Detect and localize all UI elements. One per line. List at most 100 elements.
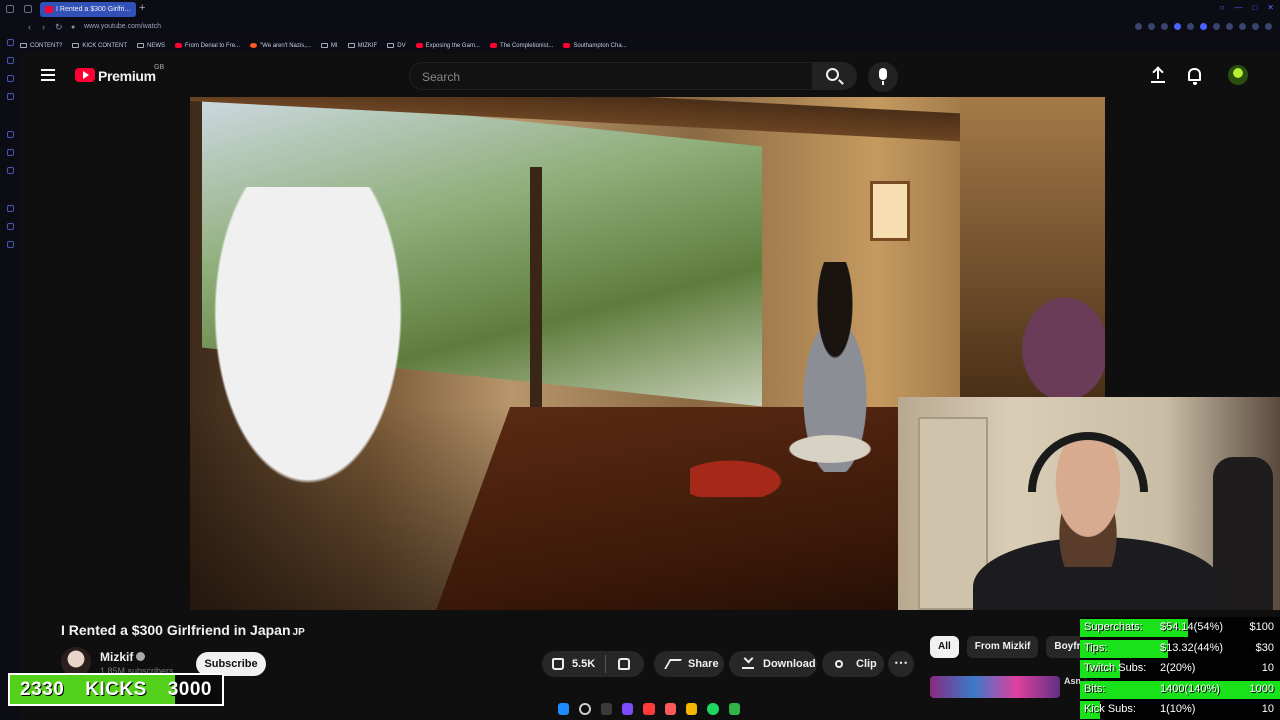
stream-goals-widget: Superchats: $54.14(54%) $100 Tips: $13.32(44… — [1080, 617, 1280, 720]
bookmark-item[interactable]: Exposing the Gam... — [415, 43, 480, 49]
bookmark-item[interactable]: The Completionist... — [489, 43, 553, 49]
forward-icon[interactable]: › — [42, 22, 45, 32]
goal-label: Twitch Subs: — [1084, 662, 1147, 674]
video-scene-man — [200, 187, 470, 607]
voice-search-button[interactable] — [868, 62, 898, 92]
title-flag: JP — [292, 627, 305, 638]
browser-app-icon[interactable] — [664, 702, 677, 715]
bookmark-item[interactable]: NEWS — [137, 43, 165, 49]
youtube-icon — [489, 43, 497, 48]
sidebar-app-icon[interactable] — [7, 205, 14, 212]
windows-start-icon[interactable] — [558, 702, 570, 715]
tab-overview-icon[interactable] — [24, 5, 32, 13]
sidebar-app-icon[interactable] — [7, 131, 14, 138]
youtube-logo-icon[interactable] — [75, 68, 95, 82]
download-button[interactable]: Download — [729, 651, 817, 677]
reload-icon[interactable]: ↻ — [55, 22, 63, 33]
bookmark-item[interactable]: DV — [387, 43, 406, 49]
file-explorer-icon[interactable] — [686, 702, 698, 715]
goal-row: Twitch Subs: 2(20%) 10 — [1080, 659, 1280, 679]
related-video-thumbnail[interactable] — [930, 676, 1060, 698]
logo-text[interactable]: Premium — [98, 68, 156, 84]
back-icon[interactable]: ‹ — [28, 22, 31, 32]
video-scene-lamp — [870, 181, 910, 241]
verified-badge-icon — [136, 652, 145, 661]
sidebar-app-icon[interactable] — [7, 93, 14, 100]
discord-icon[interactable] — [622, 702, 634, 715]
play-icon[interactable] — [1187, 23, 1194, 30]
goal-value: 1(10%) — [1160, 703, 1196, 715]
address-bar: ‹ › ↻ ● www.youtube.com/watch — [0, 19, 1280, 37]
wallet-icon[interactable] — [1239, 23, 1246, 30]
search-icon[interactable] — [579, 702, 591, 715]
bookmark-item[interactable]: MI — [320, 43, 338, 49]
like-button[interactable]: 5.5K — [542, 655, 607, 673]
opera-browser-icon[interactable] — [643, 702, 655, 715]
youtube-favicon-icon — [45, 6, 53, 13]
goal-value: $13.32(44%) — [1160, 641, 1223, 654]
bookmark-item[interactable]: CONTENT? — [20, 43, 62, 49]
camera-icon[interactable] — [1161, 23, 1168, 30]
close-button[interactable]: ✕ — [1267, 3, 1274, 12]
kick-goal-bar: 2330 KICKS 3000 — [8, 673, 224, 706]
share-icon — [664, 659, 682, 669]
extensions-icon[interactable] — [1213, 23, 1220, 30]
goal-value: 2(20%) — [1160, 662, 1196, 674]
sidebar-app-icon[interactable] — [7, 223, 14, 230]
chip-from-channel[interactable]: From Mizkif — [966, 636, 1039, 658]
dislike-button[interactable] — [618, 658, 631, 670]
sidebar-app-icon[interactable] — [7, 39, 14, 46]
bookmark-item[interactable]: Southampton Cha... — [563, 43, 627, 49]
cube-icon[interactable] — [1226, 23, 1233, 30]
sidebar-app-icon[interactable] — [7, 75, 14, 82]
webcam-overlay — [898, 397, 1280, 610]
browser-tab-active[interactable]: I Rented a $300 Girlfri... — [40, 2, 136, 17]
share-button[interactable]: Share — [654, 651, 724, 677]
scissors-icon — [835, 660, 843, 668]
bookmark-item[interactable]: KICK CONTENT — [72, 43, 127, 49]
channel-name[interactable]: Mizkif — [100, 650, 133, 664]
window-menu-icon[interactable] — [6, 5, 14, 13]
bookmark-item[interactable]: From Denial to Fre... — [175, 43, 240, 49]
xbox-icon[interactable] — [728, 702, 741, 715]
search-tabs-icon[interactable]: ○ — [1220, 3, 1225, 12]
tab-bar: I Rented a $300 Girlfri... + ○ — □ ✕ — [0, 0, 1280, 19]
sidebar-app-icon[interactable] — [7, 241, 14, 248]
notifications-bell-icon[interactable] — [1188, 68, 1201, 85]
bookmark-item[interactable]: "We aren't Nazis,... — [250, 43, 311, 49]
task-view-icon[interactable] — [600, 702, 613, 715]
window-controls: ○ — □ ✕ — [1220, 3, 1274, 12]
spotify-icon[interactable] — [707, 702, 719, 715]
search-button[interactable] — [812, 62, 857, 90]
minimize-button[interactable]: — — [1234, 3, 1242, 12]
upload-icon-base — [1151, 81, 1165, 83]
goal-value: 1400(140%) — [1160, 682, 1220, 695]
search-placeholder: Search — [422, 70, 461, 84]
new-tab-button[interactable]: + — [139, 2, 145, 14]
url-field[interactable]: www.youtube.com/watch — [84, 23, 161, 30]
zoom-icon[interactable] — [1135, 23, 1142, 30]
settings-icon[interactable] — [1265, 23, 1272, 30]
account-avatar[interactable] — [1228, 65, 1248, 85]
youtube-masthead: Premium GB Search — [20, 53, 1280, 97]
search-input[interactable]: Search — [409, 62, 813, 90]
download-icon[interactable] — [1252, 23, 1259, 30]
clip-button[interactable]: Clip — [822, 651, 884, 677]
hamburger-menu-icon[interactable] — [41, 69, 55, 81]
more-actions-button[interactable]: ⋯ — [888, 651, 914, 677]
sidebar-app-icon[interactable] — [7, 167, 14, 174]
related-chips: All From Mizkif Boyfri — [930, 636, 1092, 658]
heart-icon[interactable] — [1200, 23, 1207, 30]
browser-sidebar — [0, 19, 20, 720]
zoom-out-icon[interactable] — [1148, 23, 1155, 30]
kick-goal-label: KICKS — [85, 678, 147, 700]
sidebar-app-icon[interactable] — [7, 57, 14, 64]
sidebar-app-icon[interactable] — [7, 149, 14, 156]
shield-icon[interactable] — [1174, 23, 1181, 30]
folder-icon — [347, 43, 355, 48]
bookmark-item[interactable]: MIZKIF — [347, 43, 377, 49]
chip-all[interactable]: All — [930, 636, 959, 658]
maximize-button[interactable]: □ — [1252, 3, 1257, 12]
microphone-icon — [879, 68, 887, 85]
folder-icon — [387, 43, 395, 48]
